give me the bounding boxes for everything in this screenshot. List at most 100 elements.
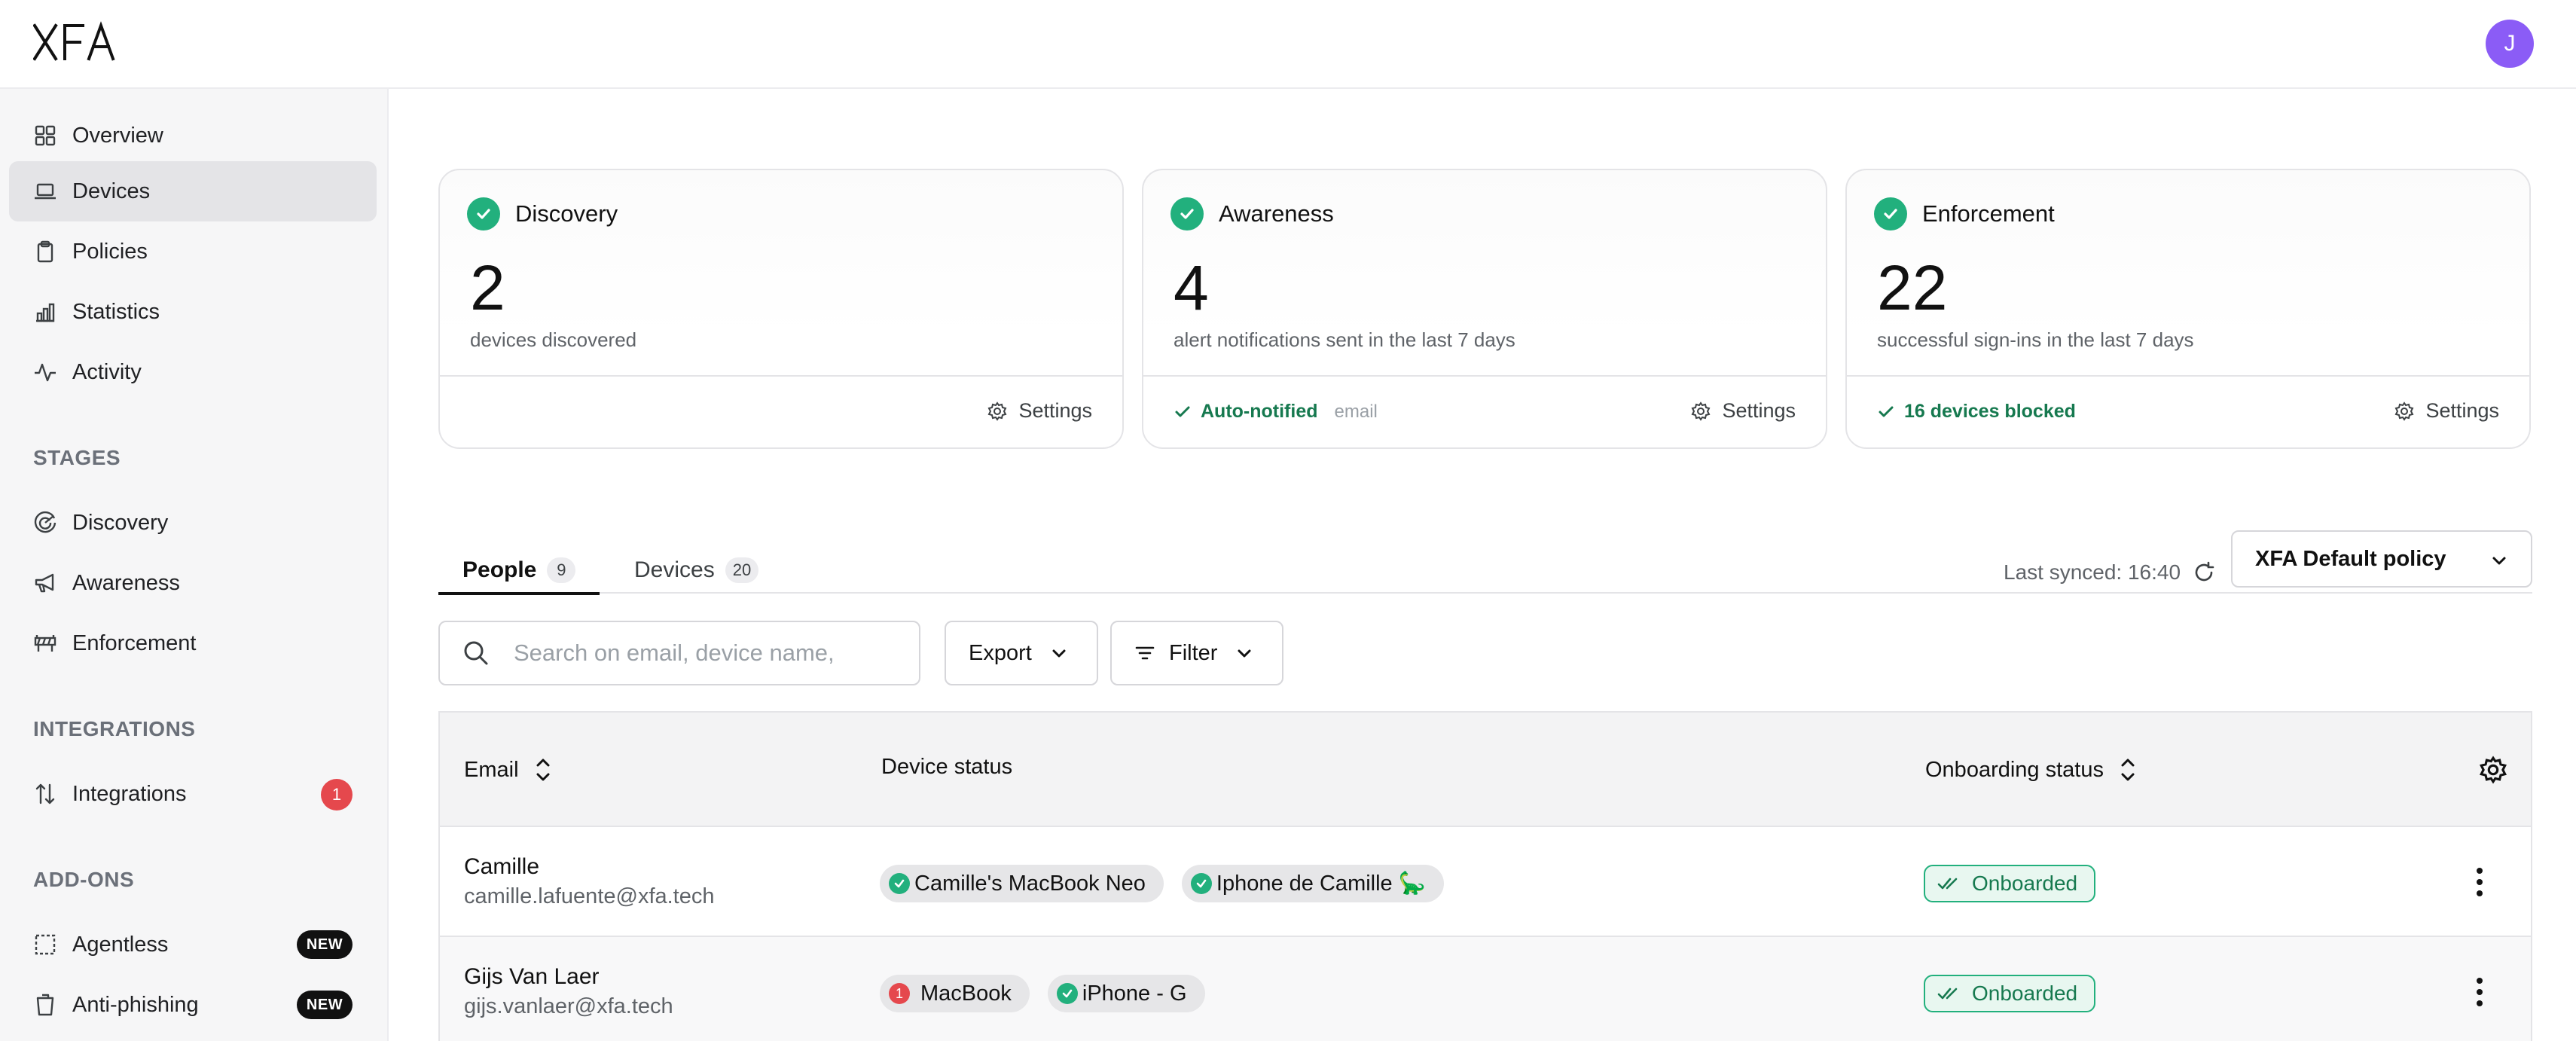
tab-label: People: [462, 557, 537, 582]
card-footer: Settings: [440, 375, 1122, 447]
gear-icon: [1691, 401, 1711, 421]
double-check-icon: [1937, 988, 1958, 1000]
column-header-email[interactable]: Email: [464, 755, 554, 785]
sidebar-item-label: Awareness: [72, 570, 180, 595]
grid-icon: [33, 124, 57, 148]
tab-count-badge: 20: [725, 557, 759, 583]
device-name: MacBook: [920, 981, 1012, 1006]
table-row[interactable]: Gijs Van Laer gijs.vanlaer@xfa.tech 1 Ma…: [440, 937, 2531, 1041]
sidebar: Overview Devices Policies Statistics Act…: [0, 89, 389, 1041]
table-row[interactable]: Camille camille.lafuente@xfa.tech Camill…: [440, 827, 2531, 937]
sidebar-item-activity[interactable]: Activity: [9, 342, 377, 402]
sidebar-item-label: Discovery: [72, 510, 169, 535]
stage-card-discovery: Discovery 2 devices discovered Settings: [438, 169, 1124, 449]
sidebar-item-policies[interactable]: Policies: [9, 221, 377, 282]
column-label: Onboarding status: [1925, 757, 2104, 782]
app-root: J Overview Devices Policies Statistics A…: [0, 0, 2576, 1041]
device-chip[interactable]: iPhone - G: [1047, 975, 1205, 1012]
check-circle-icon: [1874, 197, 1907, 230]
column-label: Email: [464, 757, 519, 782]
search-input[interactable]: [514, 640, 890, 667]
search-icon: [464, 641, 488, 665]
column-header-device-status: Device status: [881, 755, 1012, 780]
sidebar-item-statistics[interactable]: Statistics: [9, 282, 377, 342]
sidebar-item-overview[interactable]: Overview: [9, 105, 377, 166]
tab-devices[interactable]: Devices 20: [619, 542, 774, 594]
check-circle-icon: [1056, 983, 1078, 1004]
table-settings-gear-icon[interactable]: [2478, 755, 2508, 785]
auto-notified-status: Auto-notified email: [1174, 401, 1378, 423]
device-name: Camille's MacBook Neo: [914, 871, 1146, 896]
laptop-icon: [33, 179, 57, 203]
policy-select-value: XFA Default policy: [2255, 546, 2446, 571]
section-heading-addons: ADD-ONS: [33, 868, 135, 891]
onboarding-label: Onboarded: [1972, 981, 2078, 1005]
column-label: Device status: [881, 755, 1013, 779]
onboarding-status-badge: Onboarded: [1924, 975, 2096, 1012]
activity-icon: [33, 360, 57, 384]
more-options-icon[interactable]: [2472, 975, 2487, 1009]
section-heading-stages: STAGES: [33, 446, 121, 469]
sidebar-item-discovery[interactable]: Discovery: [9, 493, 377, 553]
device-chip[interactable]: Iphone de Camille 🦕: [1181, 865, 1444, 902]
last-synced: Last synced: 16:40: [2004, 542, 2215, 603]
sidebar-item-awareness[interactable]: Awareness: [9, 553, 377, 613]
integrations-count-badge: 1: [321, 779, 353, 811]
refresh-icon[interactable]: [2193, 561, 2215, 584]
person-email: camille.lafuente@xfa.tech: [464, 884, 715, 908]
check-circle-icon: [1170, 197, 1204, 230]
chevron-down-icon: [1052, 649, 1066, 658]
barrier-icon: [33, 631, 57, 655]
tab-people[interactable]: People 9: [438, 542, 600, 595]
export-label: Export: [969, 640, 1032, 665]
user-avatar[interactable]: J: [2486, 20, 2534, 68]
device-name: Iphone de Camille 🦕: [1216, 872, 1426, 896]
card-settings-button[interactable]: Settings: [2394, 399, 2499, 423]
sidebar-item-label: Devices: [72, 179, 151, 203]
checkmark-icon: [1879, 406, 1894, 417]
xfa-logo[interactable]: [33, 21, 118, 63]
tab-label: Devices: [634, 557, 715, 582]
status-label: Auto-notified: [1201, 401, 1318, 422]
sort-icon: [536, 759, 550, 781]
onboarding-status-badge: Onboarded: [1924, 865, 2096, 902]
gear-icon: [2394, 401, 2414, 421]
card-description: alert notifications sent in the last 7 d…: [1174, 328, 1515, 351]
new-badge: NEW: [297, 930, 353, 959]
policy-select[interactable]: XFA Default policy: [2231, 530, 2532, 588]
card-header: Awareness: [1170, 197, 1334, 230]
clipboard-icon: [33, 240, 57, 264]
gear-icon: [987, 401, 1007, 421]
export-button[interactable]: Export: [945, 621, 1098, 685]
bar-chart-icon: [33, 300, 57, 324]
sidebar-item-label: Activity: [72, 359, 142, 384]
device-chip[interactable]: 1 MacBook: [880, 975, 1030, 1012]
card-header: Enforcement: [1874, 197, 2055, 230]
card-title: Awareness: [1219, 200, 1334, 227]
stage-card-awareness: Awareness 4 alert notifications sent in …: [1142, 169, 1827, 449]
sort-icon: [2121, 759, 2135, 781]
check-circle-icon: [1190, 873, 1212, 894]
device-name: iPhone - G: [1082, 981, 1187, 1006]
sidebar-item-devices[interactable]: Devices: [9, 161, 377, 221]
settings-label: Settings: [2425, 399, 2499, 422]
sidebar-item-label: Integrations: [72, 781, 187, 806]
dashed-square-icon: [33, 933, 57, 957]
sidebar-item-label: Statistics: [72, 299, 160, 324]
search-box[interactable]: [438, 621, 920, 685]
status-sublabel: email: [1334, 401, 1378, 422]
top-bar: J: [0, 0, 2576, 89]
more-options-icon[interactable]: [2472, 865, 2487, 899]
stage-card-enforcement: Enforcement 22 successful sign-ins in th…: [1845, 169, 2531, 449]
card-settings-button[interactable]: Settings: [987, 399, 1092, 423]
filter-button[interactable]: Filter: [1110, 621, 1283, 685]
tab-count-badge: 9: [547, 557, 576, 583]
sidebar-item-enforcement[interactable]: Enforcement: [9, 613, 377, 673]
column-header-onboarding[interactable]: Onboarding status: [1925, 755, 2138, 785]
card-description: devices discovered: [470, 328, 637, 351]
filter-icon: [1135, 646, 1155, 660]
person-email: gijs.vanlaer@xfa.tech: [464, 994, 673, 1018]
person-name: Camille: [464, 854, 540, 879]
device-chip[interactable]: Camille's MacBook Neo: [880, 865, 1164, 902]
card-settings-button[interactable]: Settings: [1690, 399, 1796, 423]
